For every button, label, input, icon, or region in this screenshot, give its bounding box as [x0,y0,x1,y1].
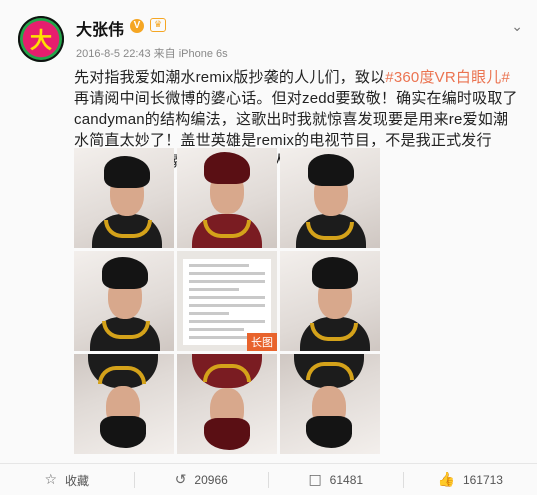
photo-hair [306,416,352,448]
repost-count: 20966 [194,473,228,487]
photo-1[interactable] [74,148,174,248]
photo-9[interactable] [280,354,380,454]
collect-button[interactable]: ☆ 收藏 [0,472,134,489]
photo-hair [204,418,250,450]
long-text-image[interactable]: 长图 [177,251,277,351]
like-button[interactable]: 👍 161713 [404,472,537,488]
author-name[interactable]: 大张伟 [76,16,124,40]
comment-icon: □ [308,472,322,488]
collect-label: 收藏 [65,473,90,488]
photo-hair [102,257,148,289]
photo-chain [306,362,354,380]
like-count: 161713 [462,473,503,487]
action-bar: ☆ 收藏 ↺ 20966 □ 61481 👍 161713 [0,463,537,495]
photo-6[interactable] [280,251,380,351]
thumbs-up-icon: 👍 [437,472,455,488]
long-image-badge: 长图 [247,333,277,351]
hashtag-link[interactable]: #360度VR白眼儿# [385,69,510,86]
vip-crown-icon: ♛ [150,18,166,32]
comment-button[interactable]: □ 61481 [269,472,403,488]
repost-button[interactable]: ↺ 20966 [135,472,269,488]
photo-4[interactable] [74,251,174,351]
photo-3[interactable] [280,148,380,248]
photo-2[interactable] [177,148,277,248]
weibo-post-card: 大 大张伟 V ♛ 2016-8-5 22:43 来自 iPhone 6s ⌄ … [0,0,537,495]
chevron-down-icon[interactable]: ⌄ [511,18,523,35]
photo-hair [100,416,146,448]
photo-chain [98,366,146,384]
post-time-source: 2016-8-5 22:43 来自 iPhone 6s [76,48,228,60]
verified-badge-icon: V [130,19,144,33]
post-text-part1: 先对指我爱如潮水remix版抄袭的人儿们，致以 [74,69,386,86]
image-grid: 长图 [74,148,380,454]
comment-count: 61481 [329,473,364,487]
avatar[interactable]: 大 [18,16,64,62]
repost-icon: ↺ [174,472,187,488]
photo-chain [203,364,251,382]
photo-hair [312,257,358,289]
photo-8[interactable] [177,354,277,454]
photo-hair [104,156,150,188]
photo-hair [204,152,250,184]
photo-hair [308,154,354,186]
avatar-text: 大 [29,29,52,54]
photo-7[interactable] [74,354,174,454]
star-icon: ☆ [44,472,58,488]
